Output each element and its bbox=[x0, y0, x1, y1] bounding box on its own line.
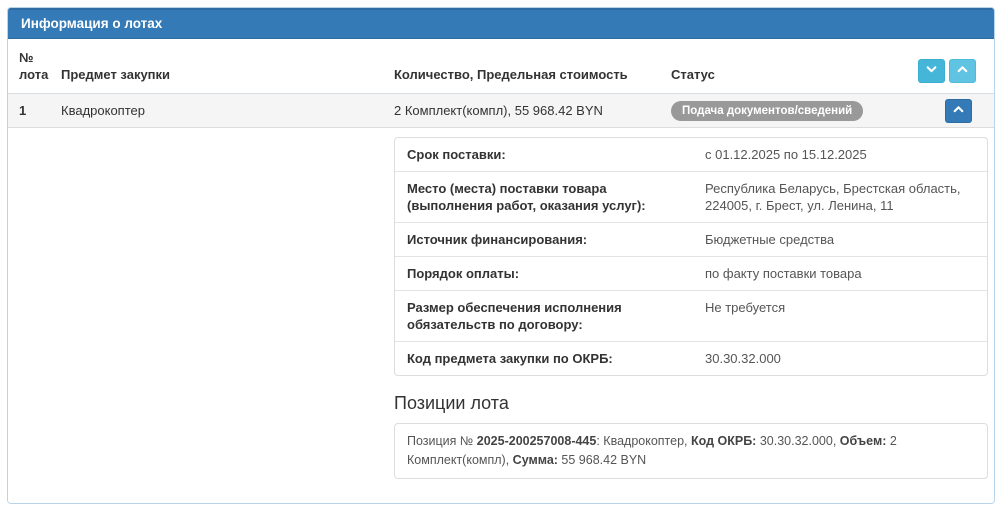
detail-label: Код предмета закупки по ОКРБ: bbox=[407, 351, 613, 366]
detail-value: по факту поставки товара bbox=[705, 266, 862, 281]
detail-value: 30.30.32.000 bbox=[705, 351, 781, 366]
detail-row-payment-order: Порядок оплаты: по факту поставки товара bbox=[395, 256, 987, 290]
positions-heading: Позиции лота bbox=[394, 393, 509, 413]
detail-value: Не требуется bbox=[705, 300, 786, 315]
detail-row-security-amount: Размер обеспечения исполнения обязательс… bbox=[395, 290, 987, 341]
header-actions bbox=[918, 59, 994, 83]
chevron-up-icon bbox=[952, 103, 965, 119]
detail-label: Источник финансирования: bbox=[407, 232, 588, 247]
detail-label: Срок поставки: bbox=[407, 147, 506, 162]
lot-status-cell: Подача документов/сведений bbox=[671, 99, 918, 123]
position-number: 2025-200257008-445 bbox=[476, 434, 597, 448]
col-header-lot-number: № лота bbox=[19, 50, 49, 82]
position-sum-value: 55 968.42 BYN bbox=[557, 453, 647, 467]
panel-title: Информация о лотах bbox=[8, 8, 994, 39]
detail-row-delivery-place: Место (места) поставки товара (выполнени… bbox=[395, 171, 987, 222]
lot-number-cell: 1 bbox=[19, 103, 27, 118]
detail-value: Бюджетные средства bbox=[705, 232, 835, 247]
lot-quantity-cost-cell: 2 Комплект(компл), 55 968.42 BYN bbox=[394, 103, 603, 118]
lot-details-section: Срок поставки: с 01.12.2025 по 15.12.202… bbox=[8, 128, 994, 503]
table-row[interactable]: 1 Квадрокоптер 2 Комплект(компл), 55 968… bbox=[8, 94, 994, 128]
page: Информация о лотах № лота Предмет закупк… bbox=[0, 0, 1000, 511]
col-header-quantity-cost: Количество, Предельная стоимость bbox=[394, 67, 628, 82]
detail-value: с 01.12.2025 по 15.12.2025 bbox=[705, 147, 867, 162]
position-sum-label: Сумма: bbox=[512, 453, 558, 467]
lot-subject-cell: Квадрокоптер bbox=[61, 103, 145, 118]
row-actions bbox=[918, 98, 994, 123]
col-header-subject: Предмет закупки bbox=[61, 67, 171, 82]
col-header-status: Статус bbox=[671, 67, 715, 82]
collapse-row-button[interactable] bbox=[945, 98, 972, 123]
position-item: Позиция № 2025-200257008-445: Квадрокопт… bbox=[394, 423, 988, 479]
position-okrb-label: Код ОКРБ: bbox=[691, 434, 757, 448]
detail-row-okrb-code: Код предмета закупки по ОКРБ: 30.30.32.0… bbox=[395, 341, 987, 375]
detail-row-funding-source: Источник финансирования: Бюджетные средс… bbox=[395, 222, 987, 256]
position-okrb-value: 30.30.32.000, bbox=[756, 434, 840, 448]
detail-label: Порядок оплаты: bbox=[407, 266, 520, 281]
lot-details-table: Срок поставки: с 01.12.2025 по 15.12.202… bbox=[394, 137, 988, 376]
position-volume-label: Объем: bbox=[839, 434, 887, 448]
detail-value: Республика Беларусь, Брестская область, … bbox=[705, 181, 961, 213]
lots-table-header: № лота Предмет закупки Количество, Преде… bbox=[8, 39, 994, 94]
chevron-up-icon bbox=[956, 63, 969, 79]
lots-panel: Информация о лотах № лота Предмет закупк… bbox=[7, 7, 995, 504]
position-prefix: Позиция № bbox=[407, 434, 477, 448]
detail-row-delivery-term: Срок поставки: с 01.12.2025 по 15.12.202… bbox=[395, 138, 987, 171]
expand-all-button[interactable] bbox=[949, 59, 976, 83]
position-subject: : Квадрокоптер, bbox=[596, 434, 691, 448]
collapse-all-button[interactable] bbox=[918, 59, 945, 83]
detail-label: Место (места) поставки товара (выполнени… bbox=[407, 181, 646, 213]
detail-label: Размер обеспечения исполнения обязательс… bbox=[407, 300, 622, 332]
status-badge: Подача документов/сведений bbox=[671, 100, 864, 121]
chevron-down-icon bbox=[925, 63, 938, 79]
